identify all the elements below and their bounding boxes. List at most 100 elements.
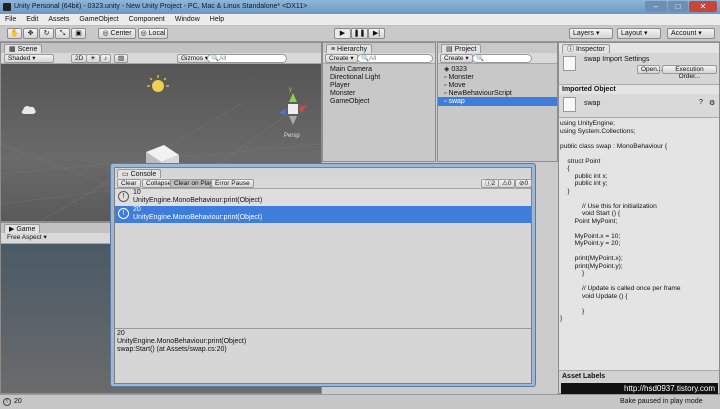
gizmos-label: Gizmos xyxy=(181,55,204,62)
script-asset-icon xyxy=(563,97,576,112)
project-toolbar: Create ▾ 🔍 xyxy=(438,53,557,64)
hierarchy-item-gameobject[interactable]: GameObject xyxy=(330,97,369,106)
move-tool-icon[interactable]: ✥ xyxy=(23,28,38,39)
script-asset-icon xyxy=(563,56,576,71)
audio-toggle-icon[interactable]: ♪ xyxy=(100,54,112,63)
warning-count-toggle[interactable]: ⚠0 xyxy=(498,179,516,188)
hierarchy-list: Main Camera Directional Light Player Mon… xyxy=(330,65,434,135)
project-item-swap[interactable]: ▫ swap xyxy=(438,97,557,106)
minimize-button[interactable]: – xyxy=(645,1,667,12)
menu-assets[interactable]: Assets xyxy=(43,14,74,26)
console-entry-selected[interactable]: ! 20 UnityEngine.MonoBehaviour:print(Obj… xyxy=(115,206,531,223)
code-line: Point MyPoint; xyxy=(560,217,618,225)
project-create-button[interactable]: Create ▾ xyxy=(440,54,473,63)
menu-edit[interactable]: Edit xyxy=(21,14,43,26)
imported-object-heading: Imported Object xyxy=(562,86,616,93)
hierarchy-toolbar: Create ▾ 🔍All xyxy=(323,53,435,64)
aspect-dropdown[interactable]: Free Aspect ▾ xyxy=(4,234,64,243)
code-line: // Update is called once per frame xyxy=(560,285,681,292)
window-title: Unity Personal (64bit) - 0323.unity - Ne… xyxy=(14,3,308,10)
scene-search-input[interactable]: 🔍All xyxy=(207,54,287,63)
code-line: void Start () { xyxy=(560,210,621,217)
open-button[interactable]: Open... xyxy=(637,65,662,74)
code-line: // Use this for initialization xyxy=(560,202,657,210)
project-item-label: Move xyxy=(448,82,466,89)
layers-dropdown[interactable]: Layers ▾ xyxy=(569,28,613,39)
error-count: 0 xyxy=(524,180,529,187)
project-create-label: Create xyxy=(444,55,464,62)
main-toolbar: ✋ ✥ ↻ ⤡ ▣ ◎ Center ◎ Local ▶ ❚❚ ▶| Layer… xyxy=(0,26,720,42)
layers-label: Layers xyxy=(573,30,595,37)
rotate-tool-icon[interactable]: ↻ xyxy=(39,28,54,39)
scene-file-icon: ◈ xyxy=(444,66,450,73)
close-button[interactable]: ✕ xyxy=(689,1,717,12)
2d-toggle[interactable]: 2D xyxy=(71,54,88,63)
hierarchy-create-button[interactable]: Create ▾ xyxy=(325,54,358,63)
console-entry-message: 20 xyxy=(133,206,141,213)
info-icon: ! xyxy=(118,208,129,219)
menu-window[interactable]: Window xyxy=(170,14,205,26)
play-button[interactable]: ▶ xyxy=(334,28,351,39)
menu-gameobject[interactable]: GameObject xyxy=(74,14,123,26)
menu-component[interactable]: Component xyxy=(124,14,170,26)
console-tab-label: Console xyxy=(130,171,157,178)
status-message[interactable]: 20 xyxy=(14,398,22,405)
script-source-code: using UnityEngine; using System.Collectio… xyxy=(560,120,681,323)
console-detail: 20 UnityEngine.MonoBehaviour:print(Objec… xyxy=(117,330,246,354)
shading-dropdown[interactable]: Shaded ▾ xyxy=(4,54,54,63)
code-line: print(MyPoint.y); xyxy=(560,262,623,270)
pivot-center-label: Center xyxy=(110,30,132,37)
maximize-button[interactable]: □ xyxy=(668,1,688,12)
execution-order-button[interactable]: Execution Order... xyxy=(662,65,717,80)
project-search-input[interactable]: 🔍 xyxy=(472,54,532,63)
asset-name: swap xyxy=(584,100,601,107)
effects-toggle-icon[interactable]: ▨ xyxy=(114,54,129,63)
hierarchy-search-input[interactable]: 🔍All xyxy=(357,54,433,63)
menu-help[interactable]: Help xyxy=(205,14,229,26)
status-right-text: Bake paused in play mode xyxy=(620,398,703,405)
hierarchy-create-label: Create xyxy=(329,55,349,62)
code-line: struct Point xyxy=(560,157,601,165)
script-file-icon: ▫ xyxy=(444,82,447,89)
error-pause-toggle[interactable]: Error Pause xyxy=(211,179,254,188)
code-line: } xyxy=(560,315,563,322)
console-entry[interactable]: ! 10 UnityEngine.MonoBehaviour:print(Obj… xyxy=(115,189,531,206)
scene-gizmo[interactable]: y xyxy=(279,87,307,125)
project-tab-label: Project xyxy=(454,46,477,53)
shading-label: Shaded xyxy=(8,55,31,62)
pivot-local-button[interactable]: ◎ Local xyxy=(138,28,168,39)
console-splitter[interactable] xyxy=(115,328,531,329)
hand-tool-icon[interactable]: ✋ xyxy=(7,28,22,39)
console-detail-line: UnityEngine.MonoBehaviour:print(Object) xyxy=(117,338,247,345)
info-icon: ! xyxy=(3,398,11,406)
help-icon[interactable]: ? xyxy=(699,99,703,106)
menu-bar: File Edit Assets GameObject Component Window H… xyxy=(0,14,720,26)
watermark: http://hsd0937.tistory.com xyxy=(561,383,718,394)
project-item-label: 0323 xyxy=(451,66,467,73)
code-line: public int y; xyxy=(560,180,608,187)
execution-order-label: Execution Order... xyxy=(675,66,704,80)
menu-file[interactable]: File xyxy=(0,14,21,26)
light-toggle-icon[interactable]: ☀ xyxy=(86,54,100,63)
error-count-toggle[interactable]: ⊘0 xyxy=(515,179,533,188)
scene-toolbar: Shaded ▾ 2D ☀ ♪ ▨ Gizmos ▾ 🔍All xyxy=(1,53,321,64)
console-window: ▭ Console Clear Collapse Clear on Play E… xyxy=(110,163,536,387)
pause-button[interactable]: ❚❚ xyxy=(351,28,368,39)
persp-label: Persp xyxy=(284,133,300,139)
account-dropdown[interactable]: Account ▾ xyxy=(667,28,715,39)
info-count-toggle[interactable]: ⓘ2 xyxy=(481,179,500,188)
2d-label: 2D xyxy=(75,55,84,62)
clear-on-play-toggle[interactable]: Clear on Play xyxy=(170,179,218,188)
pivot-center-button[interactable]: ◎ Center xyxy=(98,28,136,39)
layout-dropdown[interactable]: Layout ▾ xyxy=(617,28,661,39)
step-button[interactable]: ▶| xyxy=(368,28,385,39)
script-file-icon: ▫ xyxy=(444,98,447,105)
rect-tool-icon[interactable]: ▣ xyxy=(71,28,86,39)
scale-tool-icon[interactable]: ⤡ xyxy=(55,28,70,39)
clear-button[interactable]: Clear xyxy=(117,179,141,188)
gear-icon[interactable]: ⚙ xyxy=(709,99,715,107)
code-line: void Update () { xyxy=(560,292,628,300)
